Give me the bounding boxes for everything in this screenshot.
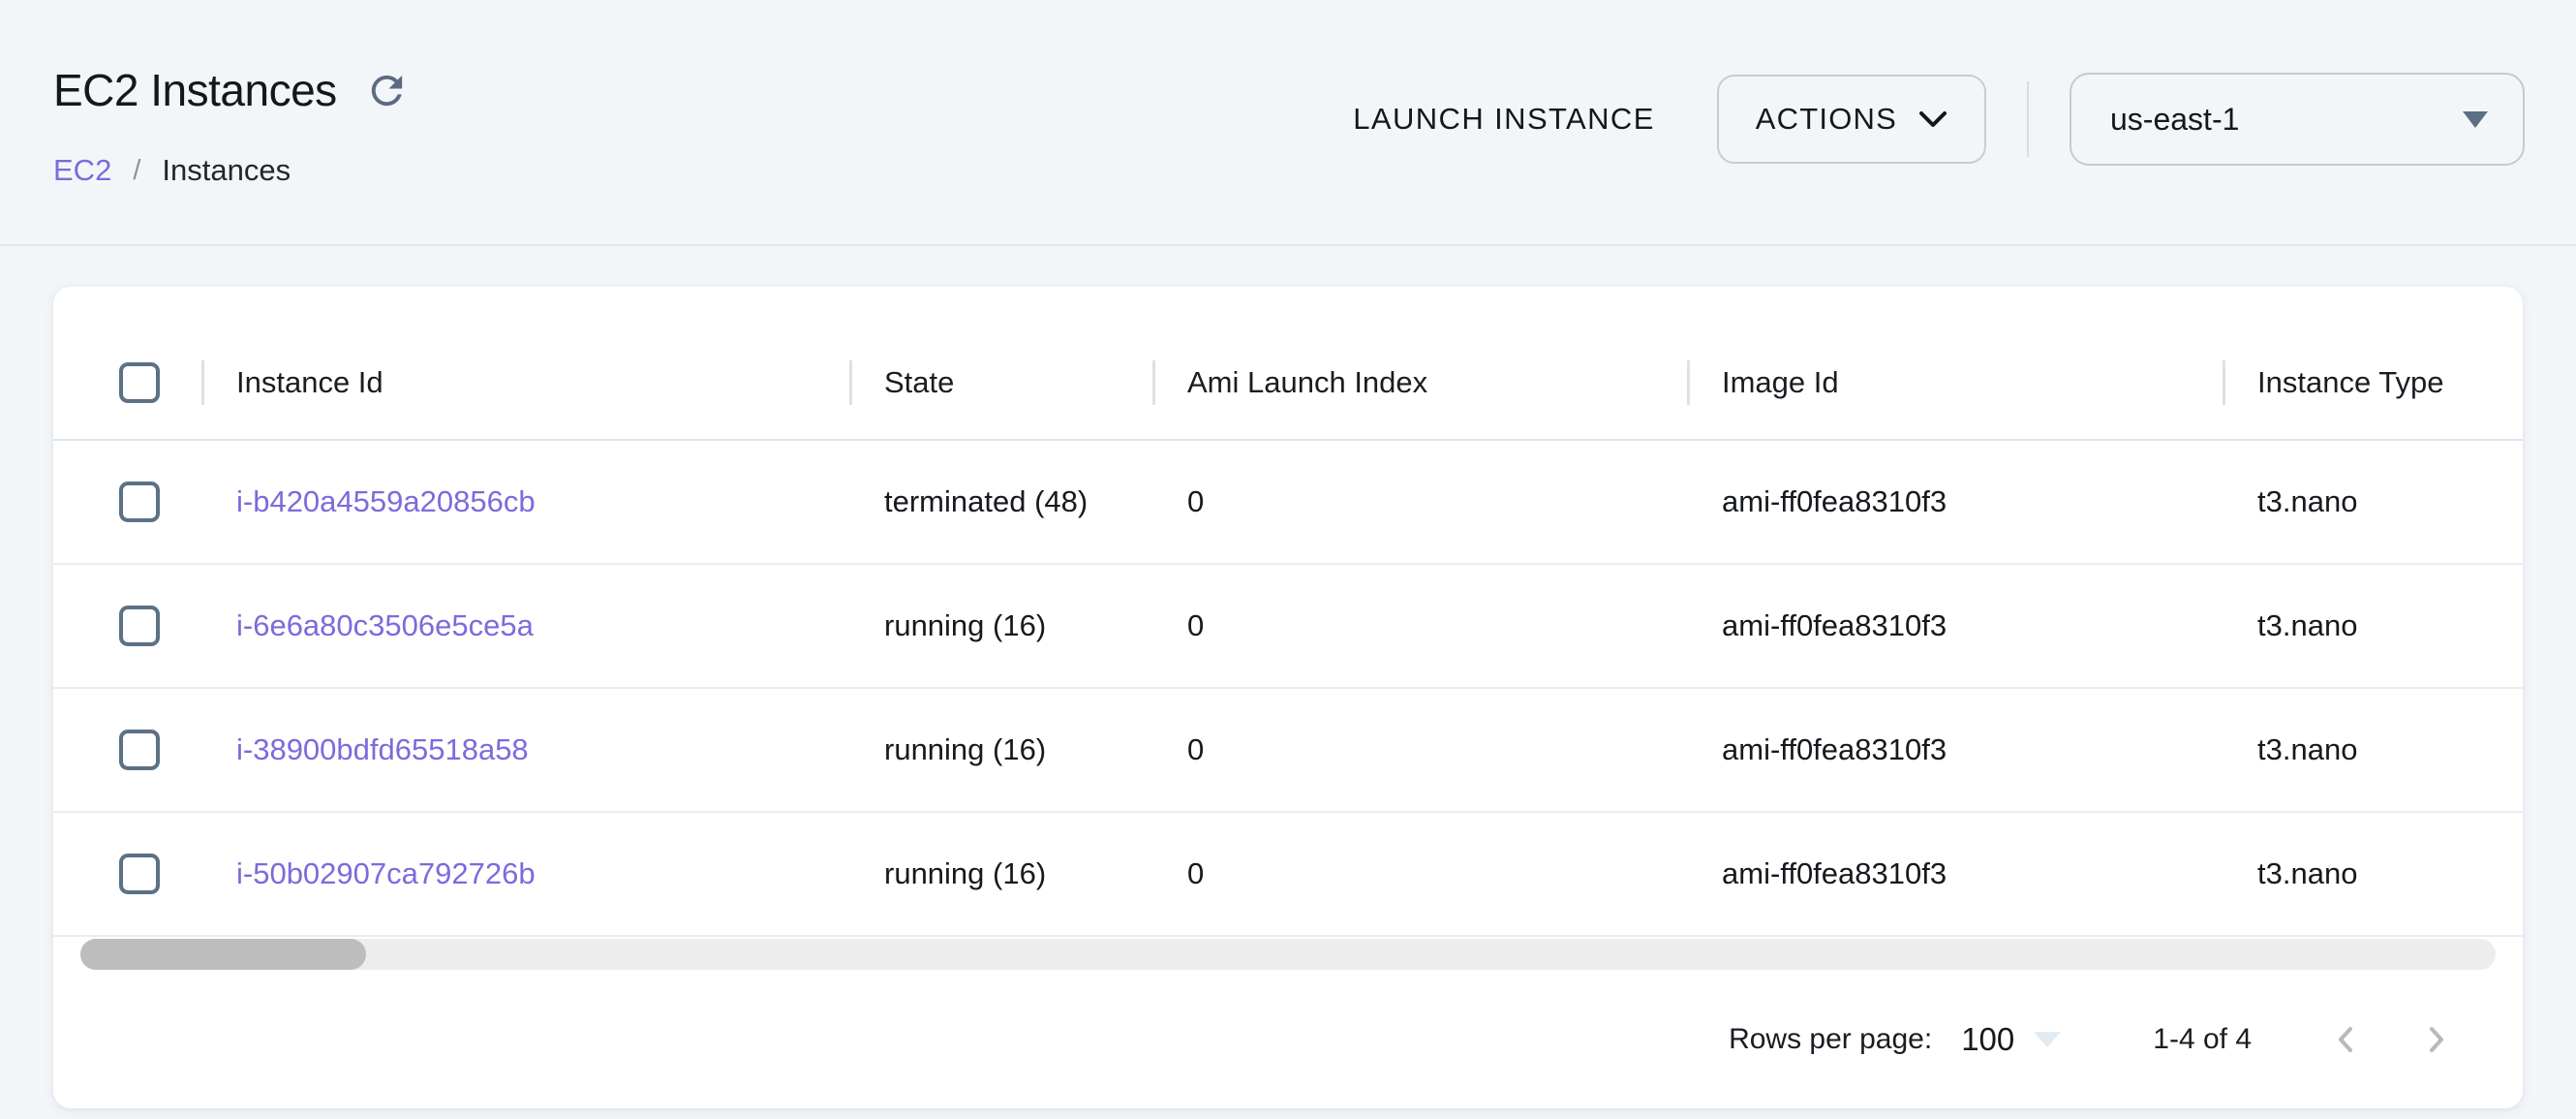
instance-type-value: t3.nano <box>2257 856 2357 891</box>
row-cell-instance-type: t3.nano <box>2223 441 2523 563</box>
table-row: i-6e6a80c3506e5ce5a running (16) 0 ami-f… <box>53 565 2523 689</box>
row-cell-instance-type: t3.nano <box>2223 689 2523 811</box>
column-header-image-id[interactable]: Image Id <box>1687 326 2223 439</box>
row-cell-image-id: ami-ff0fea8310f3 <box>1687 565 2223 687</box>
image-id-value: ami-ff0fea8310f3 <box>1722 608 1947 643</box>
instance-type-value: t3.nano <box>2257 732 2357 767</box>
row-cell-ami-launch-index: 0 <box>1152 813 1687 935</box>
column-header-label: State <box>884 365 954 400</box>
breadcrumb-ec2-link[interactable]: EC2 <box>53 153 111 188</box>
page-title: EC2 Instances <box>53 64 337 116</box>
chevron-down-icon <box>1918 110 1947 128</box>
table-row: i-50b02907ca792726b running (16) 0 ami-f… <box>53 813 2523 937</box>
column-header-label: Instance Id <box>236 365 383 400</box>
table-row: i-b420a4559a20856cb terminated (48) 0 am… <box>53 441 2523 565</box>
breadcrumb-separator: / <box>133 155 140 187</box>
row-cell-ami-launch-index: 0 <box>1152 441 1687 563</box>
image-id-value: ami-ff0fea8310f3 <box>1722 732 1947 767</box>
pagination: Rows per page: 100 1-4 of 4 <box>53 972 2523 1106</box>
state-value: running (16) <box>884 608 1046 643</box>
row-cell-image-id: ami-ff0fea8310f3 <box>1687 689 2223 811</box>
row-checkbox[interactable] <box>119 730 160 770</box>
row-cell-image-id: ami-ff0fea8310f3 <box>1687 441 2223 563</box>
region-select-value: us-east-1 <box>2110 102 2239 138</box>
instance-id-link[interactable]: i-38900bdfd65518a58 <box>236 732 529 767</box>
row-cell-instance-id: i-6e6a80c3506e5ce5a <box>201 565 849 687</box>
image-id-value: ami-ff0fea8310f3 <box>1722 856 1947 891</box>
row-cell-instance-id: i-38900bdfd65518a58 <box>201 689 849 811</box>
row-cell-state: running (16) <box>849 689 1152 811</box>
row-checkbox[interactable] <box>119 482 160 522</box>
ami-launch-index-value: 0 <box>1187 856 1204 891</box>
row-cell-instance-type: t3.nano <box>2223 813 2523 935</box>
toolbar: LAUNCH INSTANCE ACTIONS us-east-1 <box>1345 72 2525 167</box>
ec2-instances-page: EC2 Instances EC2 / Instances LAUNCH INS… <box>0 0 2576 1119</box>
rows-per-page-value: 100 <box>1961 1021 2014 1058</box>
row-cell-state: running (16) <box>849 813 1152 935</box>
instances-table-card: Instance Id State Ami Launch Index Image… <box>53 287 2523 1108</box>
column-header-instance-type[interactable]: Instance Type <box>2223 326 2523 439</box>
pagination-range: 1-4 of 4 <box>2153 1023 2252 1056</box>
horizontal-scrollbar-thumb[interactable] <box>80 939 366 970</box>
breadcrumb-current: Instances <box>162 153 291 188</box>
row-cell-instance-id: i-b420a4559a20856cb <box>201 441 849 563</box>
title-row: EC2 Instances <box>53 64 411 116</box>
column-header-ami-launch-index[interactable]: Ami Launch Index <box>1152 326 1687 439</box>
state-value: running (16) <box>884 732 1046 767</box>
region-select-caret-icon <box>2463 111 2488 128</box>
horizontal-scrollbar-track[interactable] <box>80 939 2496 970</box>
launch-instance-button[interactable]: LAUNCH INSTANCE <box>1345 102 1663 137</box>
image-id-value: ami-ff0fea8310f3 <box>1722 484 1947 519</box>
row-cell-checkbox <box>53 565 201 687</box>
previous-page-button[interactable] <box>2319 1012 2374 1067</box>
row-cell-image-id: ami-ff0fea8310f3 <box>1687 813 2223 935</box>
region-select[interactable]: us-east-1 <box>2070 73 2525 166</box>
row-checkbox[interactable] <box>119 854 160 894</box>
row-cell-ami-launch-index: 0 <box>1152 565 1687 687</box>
breadcrumb: EC2 / Instances <box>53 153 291 188</box>
ami-launch-index-value: 0 <box>1187 608 1204 643</box>
instance-type-value: t3.nano <box>2257 484 2357 519</box>
instance-id-link[interactable]: i-b420a4559a20856cb <box>236 484 536 519</box>
row-cell-ami-launch-index: 0 <box>1152 689 1687 811</box>
rows-per-page-caret-icon <box>2034 1032 2061 1047</box>
row-checkbox[interactable] <box>119 606 160 646</box>
header-divider <box>0 244 2576 246</box>
header-cell-checkbox <box>53 326 201 439</box>
actions-button-label: ACTIONS <box>1756 102 1897 137</box>
horizontal-scrollbar-area <box>53 937 2523 972</box>
ami-launch-index-value: 0 <box>1187 484 1204 519</box>
instance-type-value: t3.nano <box>2257 608 2357 643</box>
toolbar-divider <box>2027 81 2029 157</box>
column-header-label: Instance Type <box>2257 365 2443 400</box>
instance-id-link[interactable]: i-6e6a80c3506e5ce5a <box>236 608 534 643</box>
next-page-button[interactable] <box>2408 1012 2463 1067</box>
column-header-state[interactable]: State <box>849 326 1152 439</box>
column-header-label: Image Id <box>1722 365 1839 400</box>
instance-id-link[interactable]: i-50b02907ca792726b <box>236 856 536 891</box>
row-cell-instance-id: i-50b02907ca792726b <box>201 813 849 935</box>
row-cell-checkbox <box>53 441 201 563</box>
row-cell-instance-type: t3.nano <box>2223 565 2523 687</box>
column-header-label: Ami Launch Index <box>1187 365 1427 400</box>
column-header-instance-id[interactable]: Instance Id <box>201 326 849 439</box>
row-cell-checkbox <box>53 813 201 935</box>
table-row: i-38900bdfd65518a58 running (16) 0 ami-f… <box>53 689 2523 813</box>
refresh-button[interactable] <box>364 67 411 113</box>
row-cell-checkbox <box>53 689 201 811</box>
chevron-right-icon <box>2419 1023 2452 1056</box>
ami-launch-index-value: 0 <box>1187 732 1204 767</box>
select-all-checkbox[interactable] <box>119 362 160 403</box>
state-value: terminated (48) <box>884 484 1088 519</box>
row-cell-state: running (16) <box>849 565 1152 687</box>
refresh-icon <box>364 68 410 113</box>
row-cell-state: terminated (48) <box>849 441 1152 563</box>
state-value: running (16) <box>884 856 1046 891</box>
table-header-row: Instance Id State Ami Launch Index Image… <box>53 326 2523 441</box>
rows-per-page-select[interactable]: 100 <box>1961 1021 2061 1058</box>
table-body: i-b420a4559a20856cb terminated (48) 0 am… <box>53 441 2523 937</box>
rows-per-page-label: Rows per page: <box>1729 1023 1932 1056</box>
chevron-left-icon <box>2330 1023 2363 1056</box>
actions-button[interactable]: ACTIONS <box>1717 75 1986 164</box>
